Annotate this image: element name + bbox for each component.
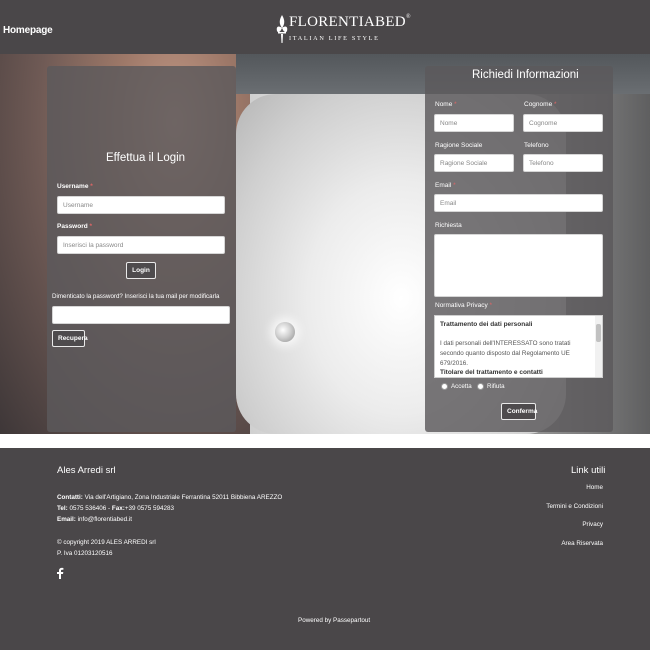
facebook-icon[interactable] — [56, 567, 64, 579]
email-label: Email * — [435, 182, 456, 189]
login-title: Effettua il Login — [106, 152, 186, 164]
ragione-sociale-label: Ragione Sociale — [435, 142, 483, 149]
username-input[interactable] — [57, 196, 225, 214]
footer-company-name: Ales Arredi srl — [57, 465, 116, 476]
footer-links-title: Link utili — [571, 465, 606, 476]
nome-label: Nome * — [435, 101, 457, 108]
footer-link-reserved-area[interactable]: Area Riservata — [561, 540, 603, 547]
privacy-scrollbar[interactable] — [595, 316, 602, 377]
login-button[interactable]: Login — [126, 262, 156, 279]
reject-label: Rifiuta — [487, 383, 505, 390]
site-header: Homepage FLORENTIABED® ITALIAN LIFE STYL… — [0, 0, 650, 54]
footer-contacts: Contatti: Via dell'Artigiano, Zona Indus… — [57, 494, 283, 501]
footer-piva: P. Iva 01203120516 — [57, 550, 113, 557]
privacy-title: Trattamento dei dati personali — [440, 321, 533, 328]
password-input[interactable] — [57, 236, 225, 254]
email-input[interactable] — [434, 194, 603, 212]
richiesta-textarea[interactable] — [434, 234, 603, 297]
footer-copyright: © copyright 2019 ALES ARREDI srl — [57, 539, 156, 546]
telefono-label: Telefono — [524, 142, 549, 149]
footer-email: Email: info@florentiabed.it — [57, 516, 133, 523]
logo[interactable]: FLORENTIABED® ITALIAN LIFE STYLE — [275, 12, 411, 48]
richiesta-label: Richiesta — [435, 222, 462, 229]
info-title: Richiedi Informazioni — [472, 69, 579, 81]
footer-link-terms[interactable]: Termini e Condizioni — [546, 503, 603, 510]
scrollbar-thumb[interactable] — [596, 324, 601, 342]
username-label: Username * — [57, 183, 93, 190]
recover-button[interactable]: Recupera — [52, 330, 88, 347]
nome-input[interactable] — [434, 114, 514, 132]
forgot-password-text: Dimenticato la password? Inserisci la tu… — [52, 293, 220, 300]
confirm-button[interactable]: Conferma — [501, 403, 537, 420]
footer-link-home[interactable]: Home — [586, 484, 603, 491]
accept-radio[interactable] — [441, 383, 448, 390]
ragione-sociale-input[interactable] — [434, 154, 514, 172]
cognome-label: Cognome * — [524, 101, 557, 108]
telefono-input[interactable] — [523, 154, 603, 172]
password-label: Password * — [57, 223, 93, 230]
cognome-input[interactable] — [523, 114, 603, 132]
fleur-de-lis-icon — [276, 15, 288, 43]
footer-powered-by[interactable]: Powered by Passepartout — [298, 617, 370, 624]
recover-email-input[interactable] — [52, 306, 230, 324]
privacy-textbox[interactable]: Trattamento dei dati personali I dati pe… — [434, 315, 603, 378]
homepage-link[interactable]: Homepage — [3, 25, 53, 36]
hero-pillow-crystal — [275, 322, 295, 342]
privacy-body: I dati personali dell'INTERESSATO sono t… — [440, 340, 571, 367]
privacy-subtitle: Titolare del trattamento e contatti — [440, 369, 543, 376]
reject-radio[interactable] — [477, 383, 484, 390]
footer-link-privacy[interactable]: Privacy — [582, 521, 603, 528]
footer-phone-fax: Tel: 0575 536406 - Fax:+39 0575 594283 — [57, 505, 175, 512]
privacy-label: Normativa Privacy * — [435, 302, 493, 309]
logo-tagline: ITALIAN LIFE STYLE — [289, 35, 380, 42]
logo-text: FLORENTIABED® — [289, 14, 411, 30]
accept-label: Accetta — [451, 383, 472, 390]
